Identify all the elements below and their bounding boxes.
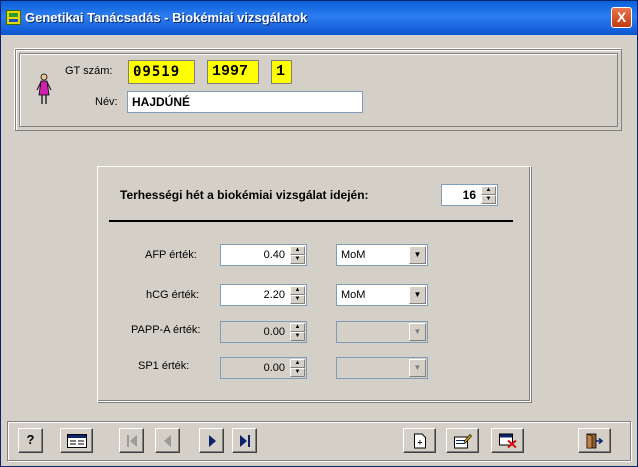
next-record-icon [208, 434, 216, 447]
bottom-toolbar [7, 421, 631, 461]
sp1-label: SP1 érték: [138, 360, 190, 372]
afp-unit-select[interactable]: MoM ▼ [336, 244, 428, 266]
app-logo-icon [6, 10, 21, 25]
records-icon [66, 433, 87, 448]
next-record-button[interactable] [199, 428, 224, 453]
gt-number-field[interactable]: 09519 [128, 60, 195, 84]
new-record-button[interactable]: + [403, 428, 436, 453]
hcg-value: 2.20 [263, 289, 285, 301]
previous-record-icon [163, 434, 171, 447]
spin-up-icon: ▲ [290, 359, 305, 368]
previous-record-button[interactable] [155, 428, 180, 453]
pappa-unit-select: ▼ [336, 321, 428, 343]
first-record-button[interactable] [119, 428, 144, 453]
afp-unit-value: MoM [341, 249, 366, 261]
pregnancy-week-label: Terhességi hét a biokémiai vizsgálat ide… [120, 188, 369, 202]
pregnancy-week-value: 16 [462, 188, 476, 202]
afp-value-stepper[interactable]: 0.40 ▲ ▼ [220, 244, 307, 266]
hcg-value-stepper[interactable]: 2.20 ▲ ▼ [220, 284, 307, 306]
spin-up-icon[interactable]: ▲ [481, 186, 496, 195]
delete-record-button[interactable] [491, 428, 524, 453]
delete-record-icon [498, 433, 517, 448]
hcg-unit-value: MoM [341, 289, 366, 301]
new-record-icon: + [413, 433, 426, 448]
spin-up-icon[interactable]: ▲ [290, 286, 305, 295]
spin-up-icon: ▲ [290, 323, 305, 332]
name-input[interactable]: HAJDÚNÉ [127, 91, 363, 113]
last-record-icon [239, 434, 250, 447]
title-bar[interactable]: Genetikai Tanácsadás - Biokémiai vizsgál… [1, 1, 637, 35]
help-button[interactable]: ? [18, 428, 43, 453]
chevron-down-icon[interactable]: ▼ [409, 246, 426, 264]
name-label: Név: [95, 96, 118, 108]
gt-number-label: GT szám: [65, 65, 113, 77]
afp-label: AFP érték: [145, 249, 197, 261]
sp1-value-stepper: 0.00 ▲ ▼ [220, 357, 307, 379]
records-button[interactable] [60, 428, 93, 453]
pappa-value: 0.00 [263, 326, 285, 338]
section-divider [109, 220, 513, 222]
chevron-down-icon: ▼ [409, 323, 426, 341]
exit-icon [586, 433, 603, 448]
help-icon: ? [26, 432, 35, 447]
edit-record-icon [453, 433, 472, 448]
pregnancy-week-stepper[interactable]: 16 ▲ ▼ [441, 184, 498, 206]
pappa-value-stepper: 0.00 ▲ ▼ [220, 321, 307, 343]
hcg-label: hCG érték: [146, 289, 200, 301]
close-button[interactable]: X [611, 7, 632, 28]
exit-button[interactable] [578, 428, 611, 453]
gt-year-field[interactable]: 1997 [207, 60, 259, 84]
svg-text:+: + [417, 438, 423, 446]
window-title: Genetikai Tanácsadás - Biokémiai vizsgál… [25, 10, 308, 25]
edit-record-button[interactable] [446, 428, 479, 453]
sp1-value: 0.00 [263, 362, 285, 374]
main-window: Genetikai Tanácsadás - Biokémiai vizsgál… [0, 0, 638, 467]
woman-icon [36, 73, 52, 104]
first-record-icon [126, 434, 137, 447]
spin-down-icon: ▼ [290, 332, 305, 341]
sp1-unit-select: ▼ [336, 357, 428, 379]
gt-sequence-field[interactable]: 1 [271, 60, 292, 84]
spin-down-icon[interactable]: ▼ [290, 255, 305, 264]
pappa-label: PAPP-A érték: [131, 324, 201, 336]
spin-down-icon: ▼ [290, 368, 305, 377]
chevron-down-icon: ▼ [409, 359, 426, 377]
last-record-button[interactable] [232, 428, 257, 453]
afp-value: 0.40 [263, 249, 285, 261]
patient-panel [15, 49, 622, 131]
spin-down-icon[interactable]: ▼ [481, 195, 496, 204]
hcg-unit-select[interactable]: MoM ▼ [336, 284, 428, 306]
spin-down-icon[interactable]: ▼ [290, 295, 305, 304]
spin-up-icon[interactable]: ▲ [290, 246, 305, 255]
chevron-down-icon[interactable]: ▼ [409, 286, 426, 304]
